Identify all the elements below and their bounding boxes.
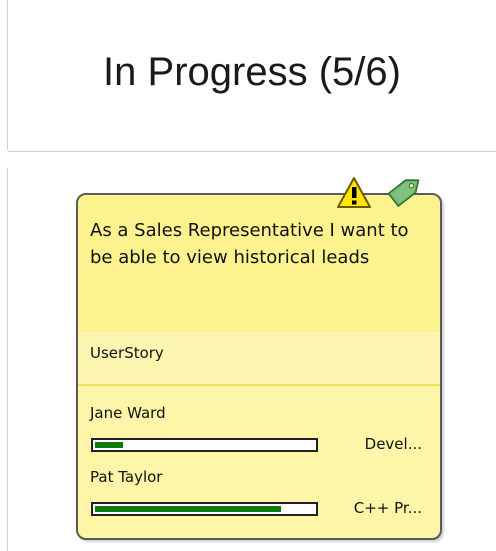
assignee-progress-bar [91,438,318,452]
card-title: As a Sales Representative I want to be a… [90,220,409,268]
header-divider [8,151,496,152]
assignee-role: C++ Pr... [353,499,422,517]
column-border-gap [6,150,9,168]
assignee-progress-bar [91,502,318,516]
warning-icon[interactable] [336,176,372,210]
assignee-progress-fill [95,506,281,512]
card-type-label: UserStory [90,344,164,362]
user-story-card[interactable]: As a Sales Representative I want to be a… [76,193,442,540]
assignee-name: Pat Taylor [90,468,163,486]
assignee-role: Devel... [364,435,422,453]
column-title: In Progress (5/6) [103,50,401,94]
column-header: In Progress (5/6) [8,0,496,152]
card-section-divider [78,384,440,386]
assignee-name: Jane Ward [90,404,166,422]
tag-icon[interactable] [384,170,428,210]
assignee-progress-fill [95,442,123,448]
